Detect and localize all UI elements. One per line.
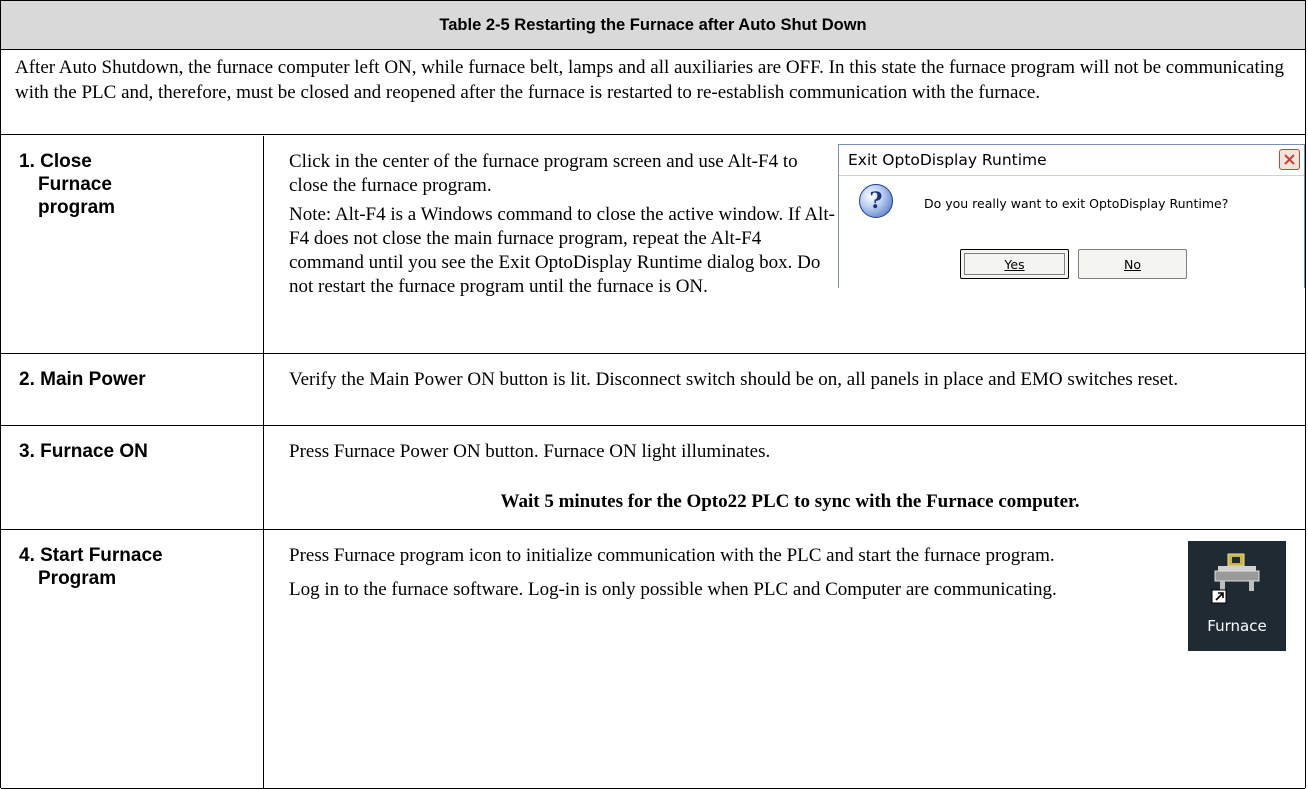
column-divider (263, 136, 264, 353)
column-divider (263, 530, 264, 788)
step-label-line: 4. Start Furnace (19, 545, 163, 566)
yes-button-label: Yes (1004, 256, 1025, 272)
procedure-table: Table 2-5 Restarting the Furnace after A… (0, 0, 1306, 789)
step-content: Press Furnace Power ON button. Furnace O… (289, 440, 1291, 464)
furnace-shortcut[interactable]: Furnace (1188, 541, 1286, 651)
step-note-text: Note: Alt-F4 is a Windows command to clo… (289, 204, 835, 297)
step-label: 3. Furnace ON (19, 440, 148, 463)
step-label: 1. Close Furnace program (19, 150, 115, 219)
furnace-shortcut-label: Furnace (1207, 617, 1267, 635)
step-row-furnace-on: 3. Furnace ON Press Furnace Power ON but… (1, 426, 1305, 530)
step-label-line: Furnace (38, 174, 112, 195)
intro-cell: After Auto Shutdown, the furnace compute… (1, 50, 1305, 135)
yes-button[interactable]: Yes (960, 249, 1069, 279)
step-content: Press Furnace program icon to initialize… (289, 544, 1165, 602)
column-divider (263, 426, 264, 529)
step-row-start-program: 4. Start Furnace Program Press Furnace p… (1, 530, 1305, 789)
column-divider (263, 354, 264, 425)
intro-text: After Auto Shutdown, the furnace compute… (15, 57, 1285, 103)
close-icon (1284, 154, 1295, 165)
question-icon: ? (859, 184, 893, 218)
step-label-line: program (38, 197, 116, 218)
wait-instruction: Wait 5 minutes for the Opto22 PLC to syn… (500, 491, 1080, 512)
step-label-line: Program (38, 568, 117, 589)
step-label-line: 2. Main Power (19, 369, 146, 390)
step-note: Note: Alt-F4 is a Windows command to clo… (289, 203, 839, 299)
step-paragraph: Verify the Main Power ON button is lit. … (289, 369, 1179, 390)
dialog-titlebar: Exit OptoDisplay Runtime (839, 145, 1304, 175)
table-title: Table 2-5 Restarting the Furnace after A… (1, 1, 1305, 50)
step-label: 2. Main Power (19, 368, 146, 391)
no-button[interactable]: No (1078, 249, 1187, 279)
step-paragraph: Click in the center of the furnace progr… (289, 151, 798, 196)
step-paragraph: Press Furnace program icon to initialize… (289, 545, 1055, 566)
dialog-message: Do you really want to exit OptoDisplay R… (924, 196, 1229, 211)
step-content: Verify the Main Power ON button is lit. … (289, 368, 1291, 392)
step-label-line: 1. Close (19, 151, 92, 172)
dialog-body: ? Do you really want to exit OptoDisplay… (839, 175, 1304, 288)
step-label: 4. Start Furnace Program (19, 544, 163, 590)
step-label-line: 3. Furnace ON (19, 441, 148, 462)
step-paragraph: Press Furnace Power ON button. Furnace O… (289, 441, 771, 462)
step-row-main-power: 2. Main Power Verify the Main Power ON b… (1, 354, 1305, 426)
no-button-label: No (1124, 256, 1141, 272)
step-paragraph: Log in to the furnace software. Log-in i… (289, 579, 1057, 600)
exit-dialog: Exit OptoDisplay Runtime ? Do you really… (838, 144, 1305, 288)
dialog-title: Exit OptoDisplay Runtime (848, 151, 1047, 169)
dialog-close-button[interactable] (1279, 149, 1300, 170)
furnace-shortcut-icon (1211, 553, 1260, 604)
